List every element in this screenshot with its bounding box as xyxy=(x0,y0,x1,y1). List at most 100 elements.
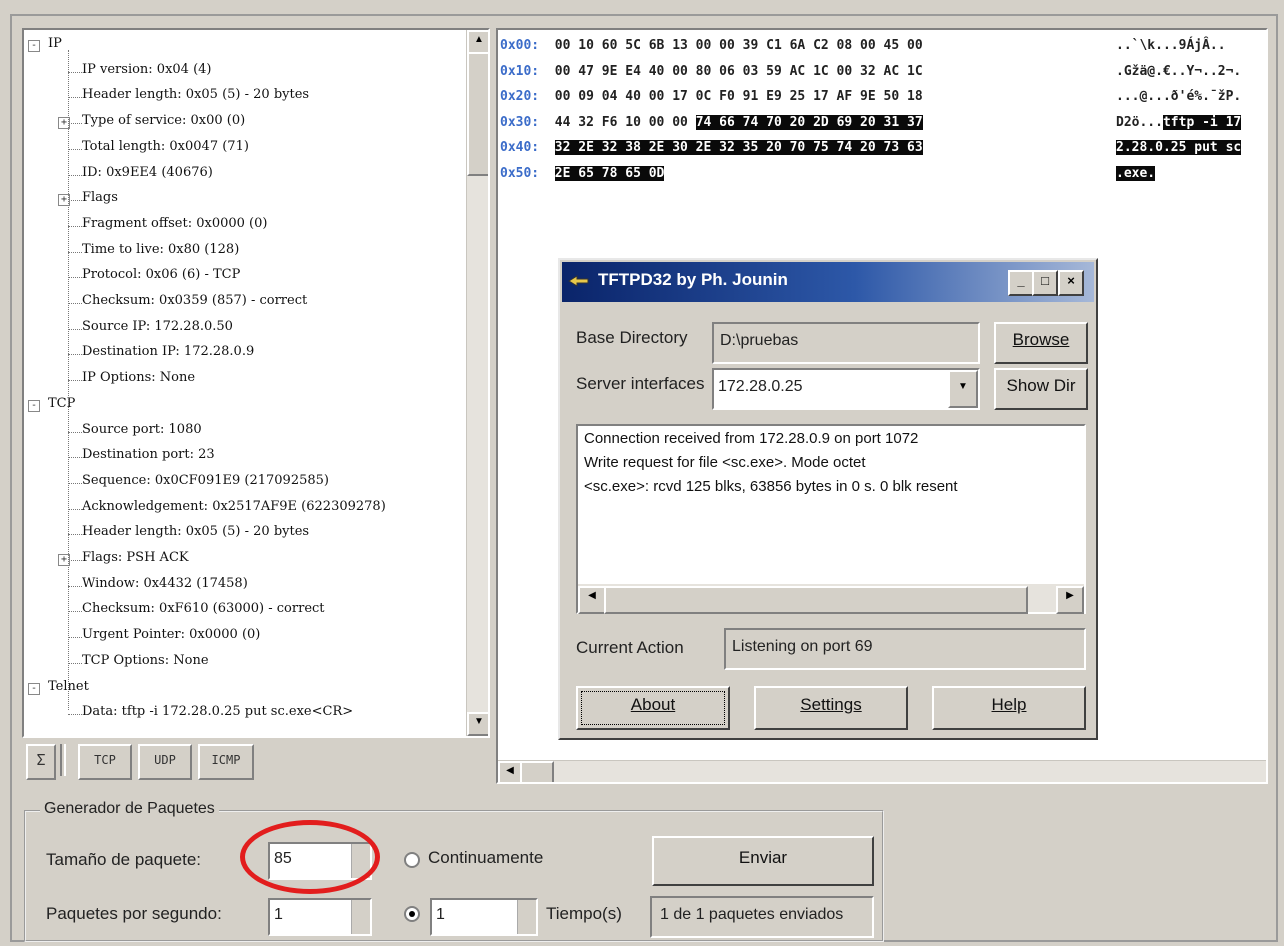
collapse-icon[interactable]: - xyxy=(28,40,40,52)
hex-row: 0x40: 32 2E 32 38 2E 30 2E 32 35 20 70 7… xyxy=(500,140,923,162)
tree-item[interactable]: Sequence: 0x0CF091E9 (217092585) xyxy=(82,473,329,488)
maximize-icon[interactable]: □ xyxy=(1032,270,1058,296)
hex-gap xyxy=(539,115,555,130)
tcp-filter-button[interactable]: TCP xyxy=(78,744,132,780)
ascii-text: D2ö... xyxy=(1116,114,1163,130)
send-status-text: 1 de 1 paquetes enviados xyxy=(660,906,844,923)
tree-item[interactable]: Checksum: 0xF610 (63000) - correct xyxy=(82,601,325,616)
tftpd32-dialog: TFTPD32 by Ph. Jounin _ □ × Base Directo… xyxy=(558,258,1098,740)
tree-item[interactable]: IP xyxy=(48,36,62,51)
close-icon[interactable]: × xyxy=(1058,270,1084,296)
browse-button[interactable]: Browse xyxy=(994,322,1088,364)
tree-connector xyxy=(68,71,82,73)
tree-connector xyxy=(68,251,82,253)
hex-bytes: 00 47 9E E4 40 00 80 06 03 59 AC 1C 00 3… xyxy=(554,63,923,79)
tree-item[interactable]: Time to live: 0x80 (128) xyxy=(82,242,239,257)
current-action-field: Listening on port 69 xyxy=(724,628,1086,670)
collapse-icon[interactable]: - xyxy=(28,399,40,412)
hex-ascii: .Gžä@.€..Y¬..2¬. xyxy=(1116,64,1241,79)
server-interfaces-select[interactable]: 172.28.0.25 ▼ xyxy=(712,368,980,410)
tree-item[interactable]: Destination port: 23 xyxy=(82,447,215,462)
hex-scroll-thumb[interactable] xyxy=(520,761,554,782)
settings-button[interactable]: Settings xyxy=(754,686,908,730)
minimize-icon[interactable]: _ xyxy=(1008,270,1034,296)
protocol-tree[interactable]: - IP IP version: 0x04 (4) Header length: 0x… xyxy=(22,28,490,738)
scroll-thumb[interactable] xyxy=(467,52,488,176)
ascii-text: .Gžä@.€..Y¬..2¬. xyxy=(1116,63,1242,79)
hex-gap xyxy=(539,140,555,155)
tree-item[interactable]: Type of service: 0x00 (0) xyxy=(82,113,245,128)
tree-item[interactable]: ID: 0x9EE4 (40676) xyxy=(82,165,213,180)
tree-connector xyxy=(68,457,82,459)
packet-generator-title: Generador de Paquetes xyxy=(40,800,219,818)
current-action-value: Listening on port 69 xyxy=(732,638,873,655)
tree-vertical-scrollbar[interactable]: ▲ ▼ xyxy=(466,30,488,736)
tree-connector xyxy=(68,431,82,433)
dialog-titlebar[interactable]: TFTPD32 by Ph. Jounin _ □ × xyxy=(562,262,1094,302)
tree-item[interactable]: Destination IP: 172.28.0.9 xyxy=(82,344,254,359)
base-directory-field[interactable]: D:\pruebas xyxy=(712,322,980,364)
tree-item[interactable]: TCP Options: None xyxy=(82,653,209,668)
about-button[interactable]: About xyxy=(576,686,730,730)
hex-horizontal-scrollbar[interactable]: ◀ xyxy=(498,760,1266,782)
hex-ascii: ..`\k...9ÁjÂ.. xyxy=(1116,38,1226,53)
tftpd-app-icon xyxy=(568,274,590,288)
collapse-icon[interactable]: - xyxy=(28,682,40,695)
udp-filter-button[interactable]: UDP xyxy=(138,744,192,780)
hex-bytes-selected: 2E 65 78 65 0D xyxy=(554,166,665,181)
tree-item[interactable]: Fragment offset: 0x0000 (0) xyxy=(82,216,267,231)
tree-item[interactable]: Source IP: 172.28.0.50 xyxy=(82,319,233,334)
tree-connector xyxy=(68,97,82,99)
scroll-down-icon[interactable]: ▼ xyxy=(467,712,488,736)
continuous-radio[interactable] xyxy=(404,852,420,868)
tree-item[interactable]: Window: 0x4432 (17458) xyxy=(82,576,248,591)
tree-item[interactable]: Total length: 0x0047 (71) xyxy=(82,139,249,154)
icmp-filter-button[interactable]: ICMP xyxy=(198,744,254,780)
scroll-up-icon[interactable]: ▲ xyxy=(467,30,488,54)
log-scroll-right-icon[interactable]: ▶ xyxy=(1056,586,1084,614)
pps-spinner-icon[interactable] xyxy=(351,900,370,934)
tree-item[interactable]: IP Options: None xyxy=(82,370,195,385)
tree-connector xyxy=(68,328,82,330)
tree-connector xyxy=(68,611,82,613)
tree-item[interactable]: Header length: 0x05 (5) - 20 bytes xyxy=(82,87,309,102)
log-area[interactable]: Connection received from 172.28.0.9 on p… xyxy=(576,424,1086,614)
hex-row: 0x30: 44 32 F6 10 00 00 74 66 74 70 20 2… xyxy=(500,114,923,137)
dropdown-arrow-icon[interactable]: ▼ xyxy=(948,370,978,408)
tree-item[interactable]: TCP xyxy=(48,396,75,411)
tree-connector xyxy=(68,148,82,150)
tree-item[interactable]: Source port: 1080 xyxy=(82,422,202,437)
tree-item[interactable]: IP version: 0x04 (4) xyxy=(82,62,212,77)
time-spinner-icon[interactable] xyxy=(517,900,536,934)
sigma-button[interactable]: Σ xyxy=(26,744,56,780)
scroll-left-icon[interactable]: ◀ xyxy=(498,761,522,782)
packets-per-second-input[interactable]: 1 xyxy=(268,898,372,936)
hex-bytes-selected: 32 2E 32 38 2E 30 2E 32 35 20 70 75 74 2… xyxy=(554,140,923,156)
tree-item[interactable]: Checksum: 0x0359 (857) - correct xyxy=(82,293,307,308)
packets-per-second-value: 1 xyxy=(274,906,283,923)
log-horizontal-scrollbar[interactable]: ◀ ▶ xyxy=(578,584,1084,614)
help-button[interactable]: Help xyxy=(932,686,1086,730)
tree-item[interactable]: Flags xyxy=(82,190,118,205)
log-scroll-left-icon[interactable]: ◀ xyxy=(578,586,606,614)
show-dir-button[interactable]: Show Dir xyxy=(994,368,1088,410)
ascii-text-selected: 2.28.0.25 put sc xyxy=(1116,140,1242,156)
packet-size-label: Tamaño de paquete: xyxy=(46,850,202,869)
time-input[interactable]: 1 xyxy=(430,898,538,936)
tree-connector xyxy=(68,534,82,536)
packets-per-second-label: Paquetes por segundo: xyxy=(46,904,222,923)
tree-connector xyxy=(68,380,82,382)
tree-item[interactable]: Flags: PSH ACK xyxy=(82,550,189,565)
tree-item[interactable]: Data: tftp -i 172.28.0.25 put sc.exe<CR> xyxy=(82,704,353,719)
tree-item[interactable]: Header length: 0x05 (5) - 20 bytes xyxy=(82,524,309,539)
tree-item[interactable]: Acknowledgement: 0x2517AF9E (622309278) xyxy=(82,499,386,514)
time-radio[interactable] xyxy=(404,906,420,922)
ascii-text: ...@...ð'é%.¯žP. xyxy=(1116,89,1242,105)
tree-item[interactable]: Protocol: 0x06 (6) - TCP xyxy=(82,267,240,282)
send-button[interactable]: Enviar xyxy=(652,836,874,886)
hex-row: 0x10: 00 47 9E E4 40 00 80 06 03 59 AC 1… xyxy=(500,64,923,86)
highlight-circle xyxy=(240,820,380,894)
tree-item[interactable]: Urgent Pointer: 0x0000 (0) xyxy=(82,627,260,642)
log-scroll-thumb[interactable] xyxy=(604,586,1028,614)
ascii-text-selected: .exe. xyxy=(1116,166,1156,181)
